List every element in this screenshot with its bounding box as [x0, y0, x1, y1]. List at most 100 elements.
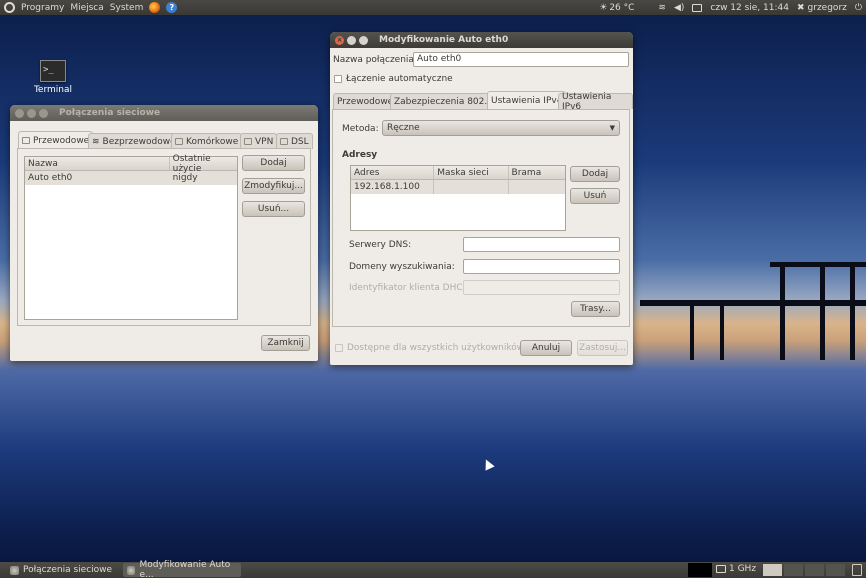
bottom-panel: Połączenia sieciowe Modyfikowanie Auto e…: [0, 560, 866, 578]
method-label: Metoda:: [342, 124, 379, 134]
network-icon[interactable]: ≋: [658, 3, 666, 13]
search-domains-label: Domeny wyszukiwania:: [349, 262, 455, 272]
table-row[interactable]: Auto eth0 nigdy: [25, 171, 237, 185]
wired-icon: [22, 137, 30, 144]
tab-802-1x[interactable]: Zabezpieczenia 802.1x: [390, 93, 503, 109]
volume-icon[interactable]: ◀): [674, 3, 684, 13]
mobile-icon: [175, 138, 183, 145]
tab-mobile[interactable]: Komórkowe: [171, 133, 243, 149]
workspace-4[interactable]: [826, 564, 845, 576]
dhcp-client-id-label: Identyfikator klienta DHCP:: [349, 283, 472, 293]
titlebar[interactable]: × Modyfikowanie Auto eth0: [330, 32, 633, 48]
user-status-icon[interactable]: ✖: [797, 3, 805, 13]
col-last-used[interactable]: Ostatnie użycie: [170, 154, 237, 174]
connection-name-input[interactable]: Auto eth0: [413, 52, 629, 67]
cancel-button[interactable]: Anuluj: [520, 340, 572, 356]
menu-places[interactable]: Miejsca: [70, 3, 103, 13]
method-select[interactable]: Ręczne ▼: [382, 120, 620, 136]
row-gateway[interactable]: [509, 180, 565, 194]
addresses-heading: Adresy: [342, 150, 378, 160]
close-icon[interactable]: ×: [335, 35, 344, 45]
routes-button[interactable]: Trasy...: [571, 301, 620, 317]
mail-icon[interactable]: [692, 3, 703, 12]
row-mask[interactable]: [434, 180, 509, 194]
tab-vpn[interactable]: VPN: [240, 133, 278, 149]
firefox-icon[interactable]: [149, 2, 161, 13]
terminal-icon: >_: [40, 60, 66, 82]
network-connections-window: Połączenia sieciowe Przewodowe ≋ Bezprzew…: [10, 105, 318, 361]
apply-button[interactable]: Zastosuj...: [577, 340, 628, 356]
pier-post: [720, 300, 724, 360]
ubuntu-logo-icon[interactable]: [4, 2, 15, 13]
trash-icon[interactable]: [852, 564, 862, 576]
weather-label[interactable]: 26 °C: [609, 3, 634, 13]
maximize-icon[interactable]: [39, 108, 48, 118]
remove-button[interactable]: Usuń...: [242, 201, 305, 217]
tab-ipv4[interactable]: Ustawienia IPv4: [487, 91, 567, 109]
col-gateway[interactable]: Brama: [509, 166, 565, 179]
cpu-freq-icon: [716, 565, 726, 573]
taskbar-item-edit[interactable]: Modyfikowanie Auto e...: [123, 560, 241, 578]
help-icon[interactable]: ?: [166, 2, 178, 13]
window-title: Modyfikowanie Auto eth0: [379, 35, 509, 45]
edit-button[interactable]: Zmodyfikuj...: [242, 178, 305, 194]
system-monitor-graph[interactable]: [688, 563, 712, 577]
tab-dsl[interactable]: DSL: [276, 133, 313, 149]
autoconnect-checkbox[interactable]: [334, 75, 342, 83]
dns-label: Serwery DNS:: [349, 240, 412, 250]
workspace-3[interactable]: [805, 564, 824, 576]
edit-connection-window: × Modyfikowanie Auto eth0 Nazwa połączen…: [330, 32, 633, 365]
workspace-1[interactable]: [763, 564, 782, 576]
user-name[interactable]: grzegorz: [808, 3, 847, 13]
cpu-frequency[interactable]: 1 GHz: [729, 564, 756, 574]
menu-programs[interactable]: Programy: [21, 3, 64, 13]
dsl-icon: [280, 138, 288, 145]
pier-silhouette: [640, 300, 866, 306]
dhcp-client-id-input[interactable]: [463, 280, 620, 295]
edit-connection-icon: [127, 565, 136, 575]
desktop-terminal[interactable]: >_ Terminal: [33, 60, 73, 95]
method-value: Ręczne: [387, 123, 420, 133]
connection-name-label: Nazwa połączenia:: [333, 55, 417, 65]
pier-post: [820, 262, 825, 360]
col-mask[interactable]: Maska sieci: [434, 166, 509, 179]
connections-table[interactable]: Nazwa Ostatnie użycie Auto eth0 nigdy: [24, 154, 238, 320]
wireless-icon: ≋: [92, 136, 100, 147]
table-header: Nazwa Ostatnie użycie: [25, 154, 237, 174]
tab-wired[interactable]: Przewodowe: [333, 93, 398, 109]
tab-ipv6[interactable]: Ustawienia IPv6: [558, 92, 633, 112]
chevron-down-icon: ▼: [609, 124, 615, 132]
minimize-icon[interactable]: [347, 35, 356, 45]
mouse-cursor: [481, 457, 495, 471]
maximize-icon[interactable]: [359, 35, 368, 45]
row-last-used: nigdy: [172, 173, 198, 183]
workspace-2[interactable]: [784, 564, 803, 576]
col-address[interactable]: Adres: [351, 166, 435, 179]
dns-input[interactable]: [463, 237, 620, 252]
remove-address-button[interactable]: Usuń: [570, 188, 620, 204]
sun-icon[interactable]: ☀: [599, 3, 607, 13]
addresses-table[interactable]: Adres Maska sieci Brama 192.168.1.100: [350, 165, 566, 231]
row-address[interactable]: 192.168.1.100: [351, 180, 435, 194]
menu-system[interactable]: System: [110, 3, 144, 13]
add-address-button[interactable]: Dodaj: [570, 166, 620, 182]
col-name[interactable]: Nazwa: [25, 157, 170, 170]
clock[interactable]: czw 12 sie, 11:44: [710, 3, 789, 13]
close-icon[interactable]: [15, 108, 24, 118]
all-users-label: Dostępne dla wszystkich użytkowników: [347, 343, 525, 353]
table-row[interactable]: 192.168.1.100: [351, 180, 565, 194]
power-icon[interactable]: ⏻: [855, 3, 862, 13]
taskbar-item-network[interactable]: Połączenia sieciowe: [6, 563, 118, 577]
close-button[interactable]: Zamknij: [261, 335, 310, 351]
search-domains-input[interactable]: [463, 259, 620, 274]
all-users-checkbox[interactable]: [335, 344, 343, 352]
add-button[interactable]: Dodaj: [242, 155, 305, 171]
window-title: Połączenia sieciowe: [59, 108, 161, 118]
minimize-icon[interactable]: [27, 108, 36, 118]
autoconnect-label: Łączenie automatyczne: [346, 74, 453, 84]
workspace-switcher[interactable]: [763, 564, 845, 576]
tab-wireless[interactable]: ≋ Bezprzewodowe: [88, 133, 180, 149]
tab-wired[interactable]: Przewodowe: [18, 131, 94, 149]
titlebar[interactable]: Połączenia sieciowe: [10, 105, 318, 121]
row-name: Auto eth0: [28, 173, 73, 183]
